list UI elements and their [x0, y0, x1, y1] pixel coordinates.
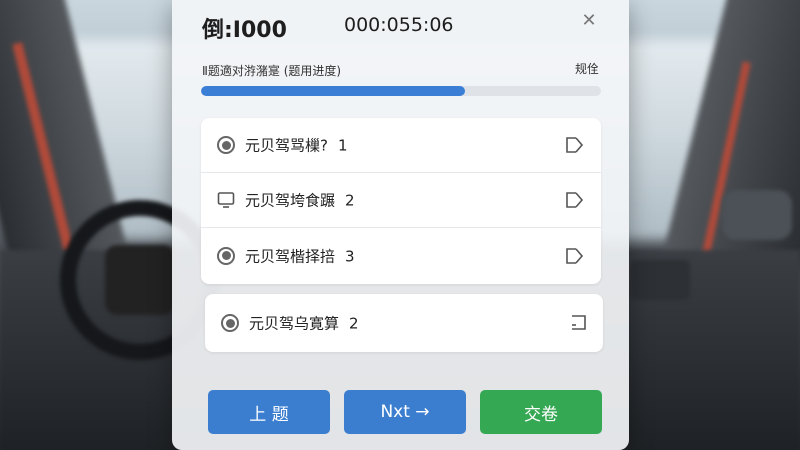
submit-exam-button[interactable]: 交卷 — [480, 390, 602, 434]
exam-panel: 倒:Ⅰ000 000:055:06 ✕ Ⅱ题適对㳺潴寔 (题用进度) 规佺 元贝… — [172, 0, 629, 450]
radio-icon — [217, 246, 235, 265]
progress-label: Ⅱ题適对㳺潴寔 (题用进度) — [202, 64, 342, 78]
question-row[interactable]: 元贝驾楷择掊 3 — [201, 228, 601, 283]
progress-bar — [201, 86, 601, 96]
panel-header: 倒:Ⅰ000 000:055:06 ✕ — [172, 0, 629, 48]
question-number: 2 — [345, 191, 355, 210]
note-icon[interactable] — [567, 312, 589, 334]
question-label: 元贝驾骂樔? — [245, 136, 328, 155]
question-number: 2 — [349, 314, 359, 333]
question-row[interactable]: 元贝驾垮食蹍 2 — [201, 173, 601, 228]
question-number: 3 — [345, 247, 355, 265]
air-vent — [630, 260, 690, 300]
question-label: 元贝驾垮食蹍 — [245, 191, 336, 210]
question-label: 元贝驾乌寛算 — [249, 314, 340, 333]
countdown-timer: 000:055:06 — [344, 14, 454, 36]
radio-icon — [217, 136, 235, 154]
radio-icon — [221, 314, 239, 332]
exit-icon[interactable] — [563, 245, 585, 267]
question-list-secondary: 元贝驾乌寛算 2 — [205, 294, 603, 352]
exit-icon[interactable] — [563, 189, 585, 211]
side-mirror — [722, 190, 792, 240]
exit-icon[interactable] — [563, 134, 585, 156]
question-row[interactable]: 元贝驾乌寛算 2 — [205, 294, 605, 352]
question-label: 元贝驾楷择掊 — [245, 247, 336, 265]
exam-title: 倒:Ⅰ000 — [202, 18, 287, 43]
question-row[interactable]: 元贝驾骂樔? 1 — [201, 118, 601, 173]
monitor-icon — [217, 191, 235, 209]
next-question-button[interactable]: Nxt → — [344, 390, 466, 434]
question-list: 元贝驾骂樔? 1 元贝驾垮食蹍 2 元贝驾楷择掊 3 — [201, 118, 601, 284]
progress-fill — [201, 86, 465, 96]
progress-right-label: 规佺 — [574, 62, 599, 76]
question-number: 1 — [337, 136, 348, 155]
steering-wheel-hub — [105, 245, 175, 315]
previous-question-button[interactable]: 上 题 — [208, 390, 330, 434]
close-icon[interactable]: ✕ — [578, 10, 600, 32]
